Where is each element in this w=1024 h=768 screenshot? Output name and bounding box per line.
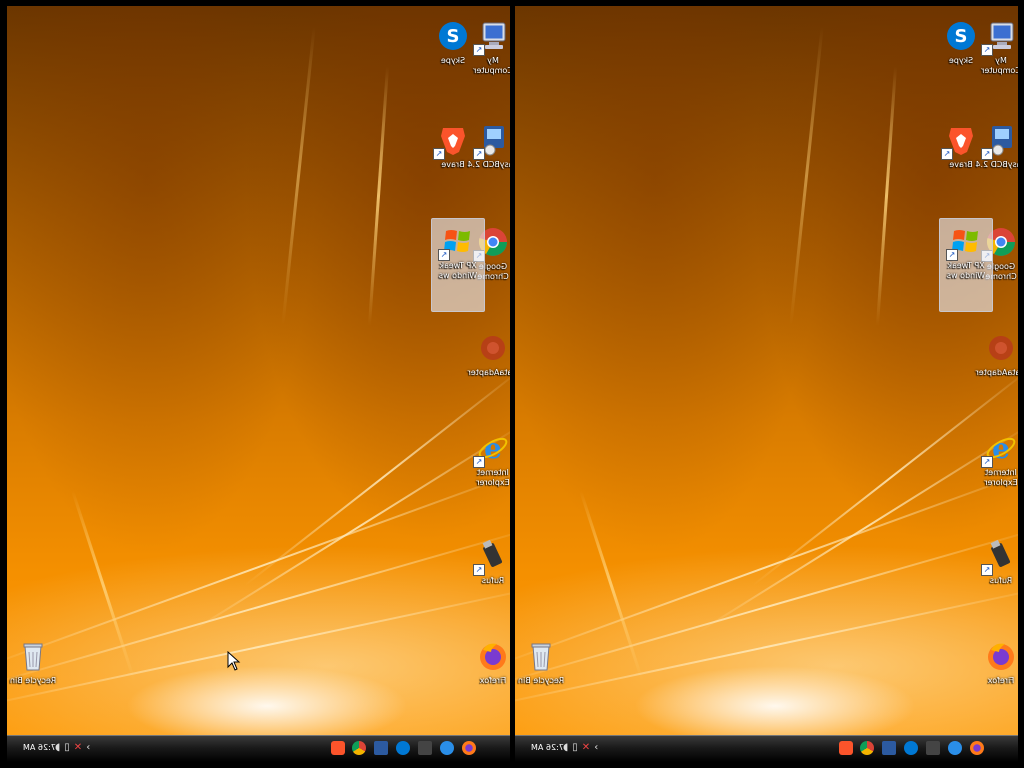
icon-label: Rufus	[481, 576, 505, 585]
easybcd-icon: ↗	[981, 122, 1018, 160]
easybcd-icon: ↗	[473, 122, 510, 160]
taskbar-clock[interactable]: 7:26 AM	[23, 743, 56, 752]
wallpaper-streak	[71, 490, 136, 682]
desktop-icon-brave[interactable]: ↗ Brave	[935, 118, 987, 210]
dataadapter-icon	[983, 330, 1018, 366]
tray-overflow-button[interactable]: ‹	[86, 741, 90, 755]
desktop-icon-dataadapter[interactable]: DataAdapter	[975, 326, 1018, 418]
brave-icon: ↗	[941, 122, 979, 160]
icon-label: DataAdapter	[467, 368, 510, 377]
taskbar-internet-explorer-icon[interactable]	[440, 741, 454, 755]
taskbar-rufus-icon[interactable]	[418, 741, 432, 755]
icon-label: XP Tweak Windo ws	[946, 261, 986, 280]
taskbar-firefox-icon[interactable]	[970, 741, 984, 755]
internet-explorer-icon: e ↗	[473, 430, 510, 468]
dataadapter-icon	[475, 330, 510, 366]
wallpaper-streak	[579, 490, 644, 682]
taskbar-firefox-icon[interactable]	[462, 741, 476, 755]
icon-label: XP Tweak Windo ws	[438, 261, 478, 280]
recycle-bin-icon	[523, 638, 559, 674]
svg-text:S: S	[955, 26, 968, 47]
taskbar[interactable]: 7:26 AM ◖ ▯ ✕ ‹	[515, 735, 1018, 762]
icon-label: Internet Explorer	[476, 468, 510, 487]
wallpaper-wave	[515, 583, 1018, 711]
skype-icon: S	[943, 18, 979, 54]
desktop-icon-dataadapter[interactable]: DataAdapter	[467, 326, 510, 418]
icon-label: Skype	[440, 56, 466, 65]
taskbar-brave-icon[interactable]	[839, 741, 853, 755]
taskbar-brave-icon[interactable]	[331, 741, 345, 755]
wallpaper-wave	[7, 522, 510, 692]
icon-label: Brave	[441, 160, 465, 169]
desktop-icon-windows-tweak[interactable]: ↗ XP Tweak Windo ws	[431, 218, 485, 312]
skype-icon: S	[435, 18, 471, 54]
taskbar-skype-icon[interactable]	[904, 741, 918, 755]
taskbar-easybcd-icon[interactable]	[882, 741, 896, 755]
svg-text:e: e	[484, 432, 502, 464]
wallpaper-streak	[875, 66, 898, 326]
taskbar-rufus-icon[interactable]	[926, 741, 940, 755]
wallpaper-streak	[367, 66, 390, 326]
svg-text:S: S	[447, 26, 460, 47]
taskbar-chrome-icon[interactable]	[860, 741, 874, 755]
windows-logo-icon: ↗	[438, 223, 476, 261]
icon-label: Skype	[948, 56, 974, 65]
firefox-icon	[475, 638, 510, 674]
system-tray[interactable]: ◖ ▯ ✕ ‹	[563, 741, 598, 755]
wallpaper-wave	[7, 462, 510, 672]
icon-label: Rufus	[989, 576, 1013, 585]
desktop-icon-rufus[interactable]: ↗ Rufus	[467, 534, 510, 626]
desktop-icon-firefox[interactable]: Firefox	[975, 634, 1018, 726]
right-monitor-desktop[interactable]: ↗ My Computer ↗ EasyBCD 2.4 ↗ Google Chr…	[515, 6, 1018, 762]
taskbar-easybcd-icon[interactable]	[374, 741, 388, 755]
desktop-icon-recycle-bin[interactable]: Recycle Bin	[7, 634, 59, 726]
wallpaper-wave	[7, 583, 510, 711]
icon-label: Firefox	[479, 676, 507, 685]
icon-label: DataAdapter	[975, 368, 1018, 377]
usb-drive-icon: ↗	[473, 538, 510, 576]
battery-icon[interactable]: ▯	[64, 741, 70, 755]
icon-label: Internet Explorer	[984, 468, 1018, 487]
taskbar-clock[interactable]: 7:26 AM	[531, 743, 564, 752]
desktop-icon-windows-tweak[interactable]: ↗ XP Tweak Windo ws	[939, 218, 993, 312]
network-icon[interactable]: ✕	[582, 741, 590, 755]
icon-label: Firefox	[987, 676, 1015, 685]
taskbar-chrome-icon[interactable]	[352, 741, 366, 755]
tray-overflow-button[interactable]: ‹	[594, 741, 598, 755]
desktop-icon-internet-explorer[interactable]: e ↗ Internet Explorer	[467, 426, 510, 518]
volume-icon[interactable]: ◖	[55, 741, 60, 755]
desktop-icon-skype[interactable]: S Skype	[935, 14, 987, 106]
battery-icon[interactable]: ▯	[572, 741, 578, 755]
wallpaper-wave	[515, 522, 1018, 692]
desktop-icon-internet-explorer[interactable]: e ↗ Internet Explorer	[975, 426, 1018, 518]
taskbar-skype-icon[interactable]	[396, 741, 410, 755]
left-monitor-desktop[interactable]: ↗ My Computer ↗ EasyBCD 2.4 ↗ Google Chr…	[7, 6, 510, 762]
internet-explorer-icon: e ↗	[981, 430, 1018, 468]
desktop-icon-rufus[interactable]: ↗ Rufus	[975, 534, 1018, 626]
wallpaper-streak	[281, 26, 316, 326]
system-tray[interactable]: ◖ ▯ ✕ ‹	[55, 741, 90, 755]
computer-icon: ↗	[473, 18, 510, 56]
volume-icon[interactable]: ◖	[563, 741, 568, 755]
desktop-icon-brave[interactable]: ↗ Brave	[427, 118, 479, 210]
network-icon[interactable]: ✕	[74, 741, 82, 755]
wallpaper-streak	[789, 26, 824, 326]
brave-icon: ↗	[433, 122, 471, 160]
icon-label: Recycle Bin	[517, 676, 565, 685]
desktop-icon-firefox[interactable]: Firefox	[467, 634, 510, 726]
icon-label: Brave	[949, 160, 973, 169]
usb-drive-icon: ↗	[981, 538, 1018, 576]
desktop-icon-recycle-bin[interactable]: Recycle Bin	[515, 634, 567, 726]
taskbar[interactable]: 7:26 AM ◖ ▯ ✕ ‹	[7, 735, 510, 762]
desktop-icon-skype[interactable]: S Skype	[427, 14, 479, 106]
computer-icon: ↗	[981, 18, 1018, 56]
icon-label: Recycle Bin	[9, 676, 57, 685]
wallpaper-wave	[515, 462, 1018, 672]
windows-logo-icon: ↗	[946, 223, 984, 261]
taskbar-internet-explorer-icon[interactable]	[948, 741, 962, 755]
recycle-bin-icon	[15, 638, 51, 674]
firefox-icon	[983, 638, 1018, 674]
svg-text:e: e	[992, 432, 1010, 464]
